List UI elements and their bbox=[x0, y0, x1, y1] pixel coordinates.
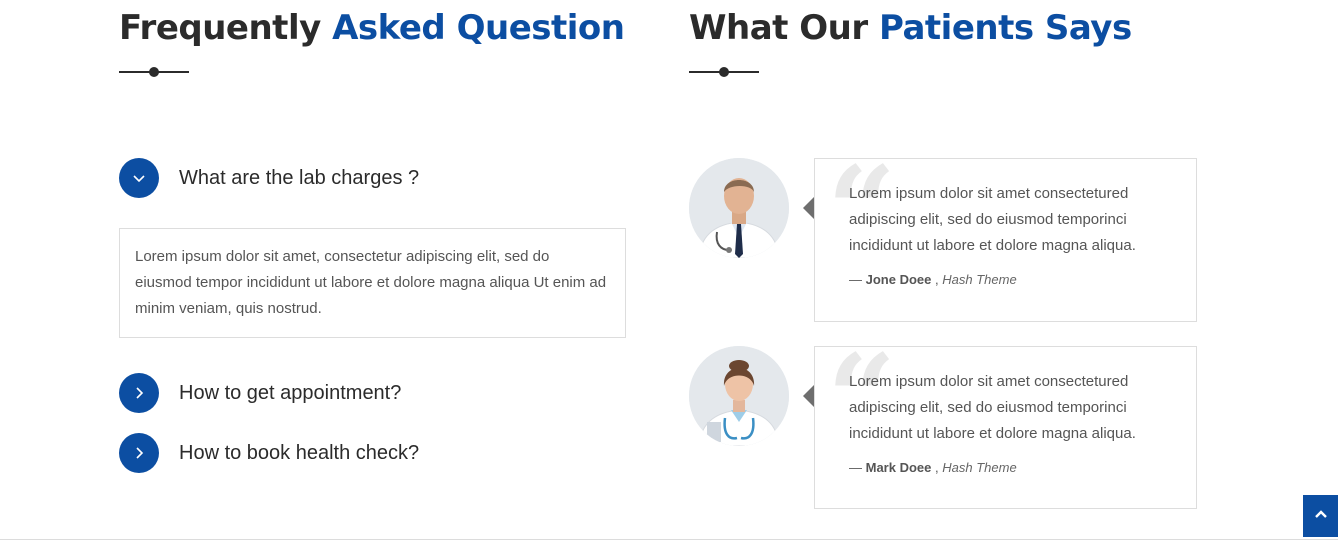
testimonials-heading-divider bbox=[689, 67, 759, 77]
testimonials-heading-plain: What Our bbox=[689, 8, 868, 48]
author-org: Hash Theme bbox=[942, 460, 1017, 475]
testimonial-text: Lorem ipsum dolor sit amet consectetured… bbox=[849, 185, 1136, 254]
female-doctor-avatar bbox=[689, 346, 789, 446]
faq-question[interactable]: How to book health check? bbox=[179, 442, 419, 465]
faq-item-lab-charges[interactable]: What are the lab charges ? bbox=[119, 158, 419, 198]
testimonials-heading-accent: Patients Says bbox=[878, 8, 1132, 48]
testimonial-author: — Jone Doee , Hash Theme bbox=[849, 272, 1017, 287]
section-bottom-border bbox=[0, 539, 1338, 540]
faq-question[interactable]: What are the lab charges ? bbox=[179, 167, 419, 190]
chevron-right-icon[interactable] bbox=[119, 433, 159, 473]
author-org: Hash Theme bbox=[942, 272, 1017, 287]
faq-heading-plain: Frequently bbox=[119, 8, 321, 48]
author-dash: — bbox=[849, 272, 862, 287]
testimonial-text: Lorem ipsum dolor sit amet consectetured… bbox=[849, 373, 1136, 442]
author-dash: — bbox=[849, 460, 862, 475]
author-separator: , bbox=[935, 272, 939, 287]
author-separator: , bbox=[935, 460, 939, 475]
faq-answer: Lorem ipsum dolor sit amet, consectetur … bbox=[119, 228, 626, 338]
chevron-down-icon[interactable] bbox=[119, 158, 159, 198]
testimonial-card: “ Lorem ipsum dolor sit amet consectetur… bbox=[689, 151, 1197, 322]
faq-item-health-check[interactable]: How to book health check? bbox=[119, 433, 419, 473]
male-doctor-avatar bbox=[689, 158, 789, 258]
faq-heading-accent: Asked Question bbox=[332, 8, 625, 48]
testimonial-author: — Mark Doee , Hash Theme bbox=[849, 460, 1017, 475]
author-name: Jone Doee bbox=[865, 272, 932, 287]
faq-question[interactable]: How to get appointment? bbox=[179, 382, 401, 405]
faq-heading: Frequently Asked Question bbox=[119, 8, 625, 48]
testimonial-box: “ Lorem ipsum dolor sit amet consectetur… bbox=[814, 151, 1197, 322]
author-name: Mark Doee bbox=[865, 460, 932, 475]
chevron-right-icon[interactable] bbox=[119, 373, 159, 413]
faq-heading-divider bbox=[119, 67, 189, 77]
testimonial-card: “ Lorem ipsum dolor sit amet consectetur… bbox=[689, 339, 1197, 509]
testimonials-heading: What Our Patients Says bbox=[689, 8, 1132, 48]
faq-item-appointment[interactable]: How to get appointment? bbox=[119, 373, 401, 413]
chevron-up-icon bbox=[1313, 506, 1329, 527]
scroll-to-top-button[interactable] bbox=[1303, 495, 1338, 537]
testimonial-box: “ Lorem ipsum dolor sit amet consectetur… bbox=[814, 339, 1197, 509]
